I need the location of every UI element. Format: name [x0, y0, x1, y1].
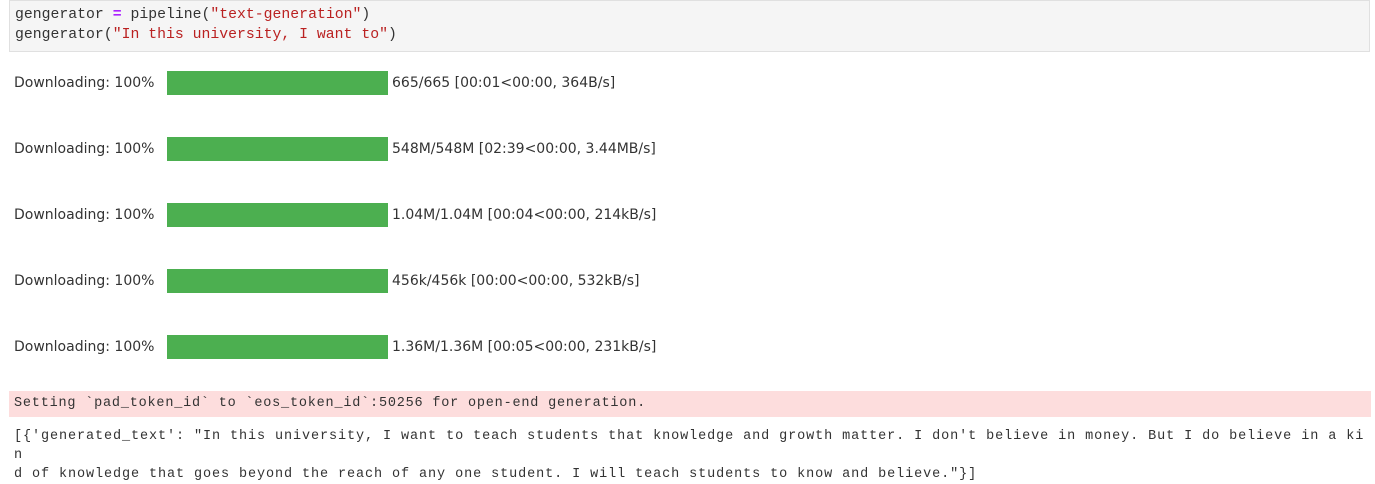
progress-bar: [167, 335, 388, 359]
progress-label: Downloading: 100%: [14, 339, 155, 355]
warning-text: Setting `pad_token_id` to `eos_token_id`…: [14, 396, 646, 411]
progress-bar: [167, 269, 388, 293]
progress-info: 665/665 [00:01<00:00, 364B/s]: [392, 75, 616, 91]
progress-row: Downloading: 100% 665/665 [00:01<00:00, …: [14, 71, 615, 95]
code-cell[interactable]: gengerator = pipeline("text-generation")…: [9, 0, 1370, 52]
progress-row: Downloading: 100% 1.36M/1.36M [00:05<00:…: [14, 335, 656, 359]
code-token: pipeline(: [130, 7, 211, 23]
cell-output: [{'generated_text': "In this university,…: [14, 427, 1369, 484]
code-editor[interactable]: gengerator = pipeline("text-generation")…: [15, 5, 397, 45]
progress-label: Downloading: 100%: [14, 273, 155, 289]
progress-info: 1.04M/1.04M [00:04<00:00, 214kB/s]: [392, 207, 657, 223]
progress-label: Downloading: 100%: [14, 141, 155, 157]
progress-row: Downloading: 100% 548M/548M [02:39<00:00…: [14, 137, 656, 161]
output-line: [{'generated_text': "In this university,…: [14, 429, 1365, 463]
code-string: "text-generation": [210, 7, 362, 23]
progress-row: Downloading: 100% 1.04M/1.04M [00:04<00:…: [14, 203, 656, 227]
progress-info: 548M/548M [02:39<00:00, 3.44MB/s]: [392, 141, 656, 157]
output-line: d of knowledge that goes beyond the reac…: [14, 467, 978, 482]
code-token: =: [112, 7, 122, 23]
progress-bar: [167, 71, 388, 95]
code-token: gengerator(: [15, 27, 113, 43]
code-string: "In this university, I want to": [112, 27, 388, 43]
progress-bar: [167, 137, 388, 161]
progress-bar: [167, 203, 388, 227]
code-token: ): [387, 27, 397, 43]
progress-info: 1.36M/1.36M [00:05<00:00, 231kB/s]: [392, 339, 657, 355]
progress-info: 456k/456k [00:00<00:00, 532kB/s]: [392, 273, 640, 289]
progress-label: Downloading: 100%: [14, 207, 155, 223]
stderr-warning: Setting `pad_token_id` to `eos_token_id`…: [9, 391, 1371, 417]
progress-row: Downloading: 100% 456k/456k [00:00<00:00…: [14, 269, 640, 293]
code-token: gengerator: [15, 7, 104, 23]
code-token: ): [361, 7, 371, 23]
progress-label: Downloading: 100%: [14, 75, 155, 91]
